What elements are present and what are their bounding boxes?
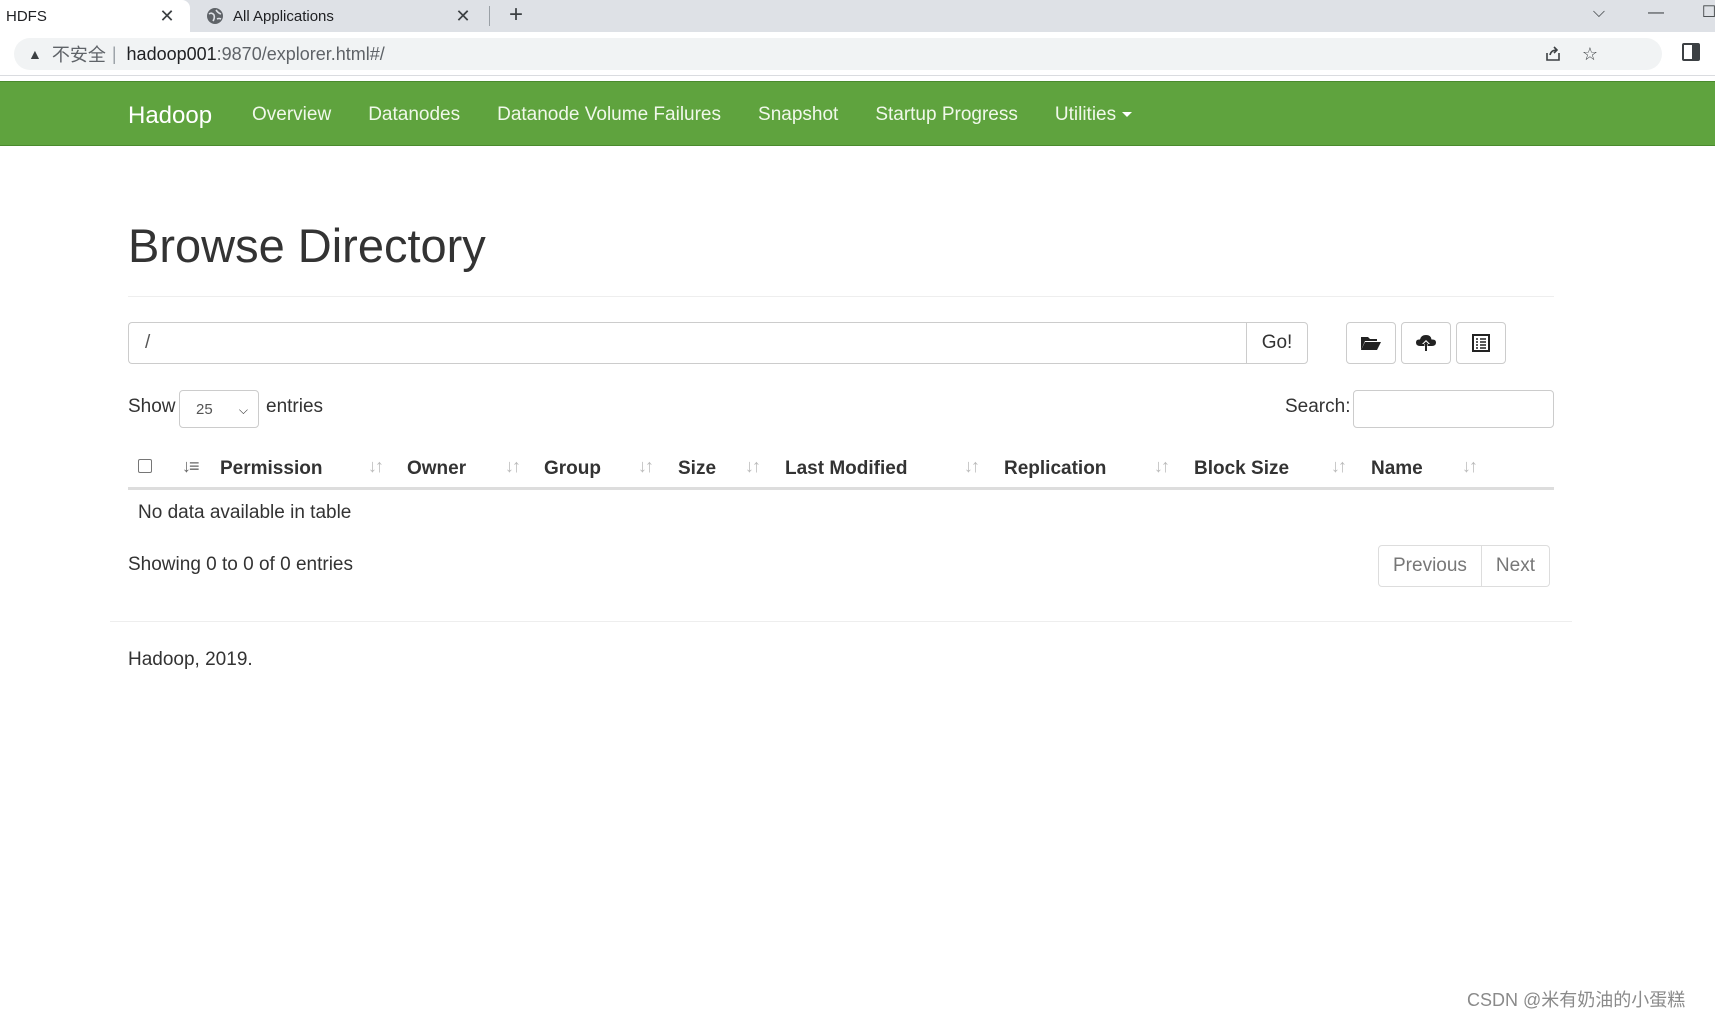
nav-snapshot[interactable]: Snapshot [758, 104, 838, 126]
column-replication[interactable]: Replication [1004, 458, 1106, 480]
folder-open-icon [1360, 334, 1382, 352]
tab-all-applications[interactable]: All Applications ✕ [196, 0, 486, 32]
upload-files-button[interactable] [1401, 322, 1451, 364]
brand-logo[interactable]: Hadoop [128, 102, 212, 130]
tab-hdfs[interactable]: HDFS ✕ [0, 0, 190, 32]
nav-startup-progress[interactable]: Startup Progress [875, 104, 1018, 126]
sort-icon[interactable]: ↓↑ [1462, 456, 1478, 477]
maximize-icon[interactable]: ☐ [1694, 0, 1715, 32]
sort-icon[interactable]: ↓↑ [1331, 456, 1347, 477]
entries-select-value: 25 [196, 400, 213, 418]
hadoop-navbar: Hadoop Overview Datanodes Datanode Volum… [0, 81, 1715, 146]
sort-icon[interactable]: ↓↑ [745, 456, 761, 477]
go-button[interactable]: Go! [1246, 322, 1308, 364]
column-owner[interactable]: Owner [407, 458, 466, 480]
sort-ascending-icon[interactable]: ↓≡ [182, 456, 199, 477]
url-omnibox[interactable]: ▲ 不安全 | hadoop001 :9870/explorer.html#/ … [14, 38, 1662, 70]
browser-tab-strip: HDFS ✕ All Applications ✕ + ⌵ — ☐ [0, 0, 1715, 32]
url-divider: | [111, 43, 117, 64]
tab-title: All Applications [233, 7, 334, 25]
page-title: Browse Directory [128, 219, 486, 272]
cut-paste-list-button[interactable] [1456, 322, 1506, 364]
watermark: CSDN @米有奶油的小蛋糕 [1467, 990, 1686, 1010]
header-divider [128, 296, 1554, 297]
share-icon[interactable] [1544, 45, 1562, 63]
nav-overview[interactable]: Overview [252, 104, 331, 126]
list-icon [1472, 334, 1490, 352]
table-search-input[interactable] [1353, 390, 1554, 428]
column-permission[interactable]: Permission [220, 458, 322, 480]
warning-icon[interactable]: ▲ [28, 46, 42, 62]
nav-menu: Overview Datanodes Datanode Volume Failu… [252, 104, 1133, 126]
globe-icon [206, 7, 224, 25]
sort-icon[interactable]: ↓↑ [1154, 456, 1170, 477]
side-panel-icon[interactable] [1682, 43, 1700, 61]
path-input-group: Go! [128, 322, 1308, 364]
previous-page-button[interactable]: Previous [1378, 545, 1482, 587]
new-tab-button[interactable]: + [503, 0, 529, 32]
sort-icon[interactable]: ↓↑ [964, 456, 980, 477]
column-size[interactable]: Size [678, 458, 716, 480]
sort-icon[interactable]: ↓↑ [368, 456, 384, 477]
close-tab-icon[interactable]: ✕ [156, 6, 178, 27]
create-directory-button[interactable] [1346, 322, 1396, 364]
column-block-size[interactable]: Block Size [1194, 458, 1289, 480]
column-group[interactable]: Group [544, 458, 601, 480]
tab-search-dropdown-icon[interactable]: ⌵ [1584, 0, 1614, 32]
nav-datanode-volume-failures[interactable]: Datanode Volume Failures [497, 104, 721, 126]
table-info: Showing 0 to 0 of 0 entries [128, 554, 353, 575]
next-page-button[interactable]: Next [1481, 545, 1550, 587]
table-header-row: ↓≡ Permission ↓↑ Owner ↓↑ Group ↓↑ Size … [128, 444, 1554, 490]
sort-icon[interactable]: ↓↑ [505, 456, 521, 477]
select-all-checkbox[interactable] [138, 459, 152, 473]
caret-down-icon [1122, 112, 1133, 118]
bookmark-star-icon[interactable]: ☆ [1582, 44, 1598, 65]
entries-per-page-select[interactable]: 25 ⌵ [179, 390, 259, 428]
entries-label: entries [266, 396, 324, 417]
show-label: Show [128, 396, 176, 417]
cloud-upload-icon [1415, 333, 1437, 353]
nav-datanodes[interactable]: Datanodes [368, 104, 460, 126]
url-host: hadoop001 [126, 43, 217, 64]
search-label: Search: [1285, 396, 1351, 417]
minimize-icon[interactable]: — [1641, 0, 1671, 32]
chevron-down-icon: ⌵ [238, 403, 248, 417]
footer-text: Hadoop, 2019. [128, 649, 253, 670]
url-path: :9870/explorer.html#/ [216, 43, 385, 64]
pagination: Previous Next [1378, 545, 1550, 587]
directory-path-input[interactable] [128, 322, 1246, 364]
close-tab-icon[interactable]: ✕ [452, 6, 474, 27]
tab-separator [489, 6, 490, 26]
security-label[interactable]: 不安全 [52, 41, 106, 67]
table-empty-message: No data available in table [138, 502, 352, 523]
footer-divider [110, 621, 1572, 622]
column-name[interactable]: Name [1371, 458, 1423, 480]
sort-icon[interactable]: ↓↑ [638, 456, 654, 477]
nav-utilities-dropdown[interactable]: Utilities [1054, 104, 1133, 126]
tab-title: HDFS [6, 7, 47, 25]
address-bar: ▲ 不安全 | hadoop001 :9870/explorer.html#/ … [0, 32, 1715, 76]
column-last-modified[interactable]: Last Modified [785, 458, 907, 480]
nav-utilities-label: Utilities [1054, 104, 1117, 125]
